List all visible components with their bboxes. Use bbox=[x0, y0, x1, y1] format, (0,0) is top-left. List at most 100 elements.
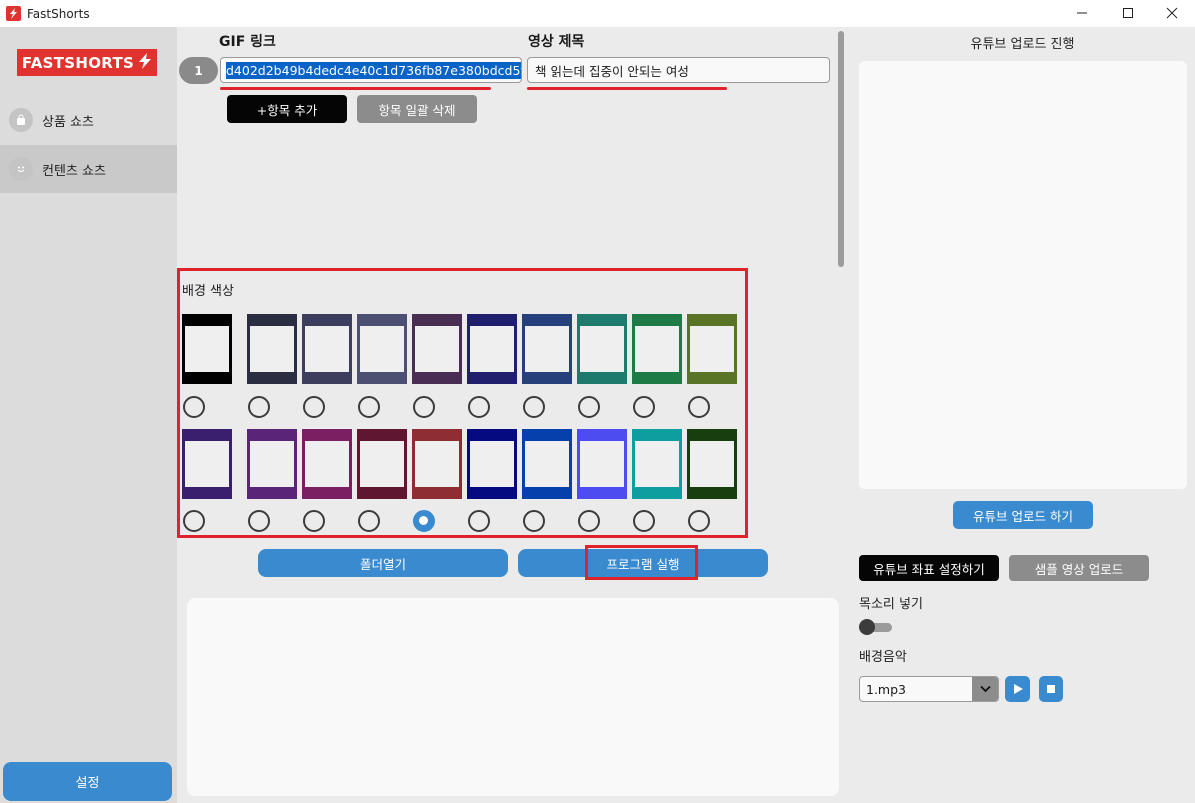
voice-toggle[interactable] bbox=[859, 619, 893, 635]
background-color-swatch[interactable] bbox=[412, 429, 462, 499]
main-scrollbar[interactable] bbox=[838, 31, 844, 267]
background-color-radio[interactable] bbox=[413, 396, 435, 418]
chevron-down-icon[interactable] bbox=[972, 677, 998, 701]
stop-button[interactable] bbox=[1039, 676, 1063, 702]
sidebar-item-content-shorts[interactable]: 컨텐츠 쇼츠 bbox=[0, 145, 177, 193]
sample-video-upload-button[interactable]: 샘플 영상 업로드 bbox=[1009, 555, 1149, 581]
voice-label: 목소리 넣기 bbox=[859, 597, 923, 612]
swatch-preview-area bbox=[360, 441, 404, 487]
sidebar: FASTSHORTS 상품 쇼츠 컨텐츠 쇼츠 설정 bbox=[0, 27, 177, 803]
background-color-radio[interactable] bbox=[248, 396, 270, 418]
stop-icon bbox=[1045, 680, 1057, 699]
youtube-upload-button[interactable]: 유튜브 업로드 하기 bbox=[953, 501, 1093, 529]
video-title-value: 책 읽는데 집중이 안되는 여성 bbox=[535, 63, 689, 79]
background-color-radio[interactable] bbox=[688, 510, 710, 532]
background-color-radio[interactable] bbox=[688, 396, 710, 418]
background-color-swatch[interactable] bbox=[632, 314, 682, 384]
sidebar-item-label: 컨텐츠 쇼츠 bbox=[42, 163, 106, 179]
bgm-selected-value: 1.mp3 bbox=[866, 681, 906, 697]
close-button[interactable] bbox=[1149, 0, 1195, 27]
background-color-swatch[interactable] bbox=[522, 429, 572, 499]
background-color-radio[interactable] bbox=[523, 510, 545, 532]
swatch-preview-area bbox=[580, 441, 624, 487]
minimize-icon bbox=[1076, 4, 1088, 23]
swatch-preview-area bbox=[185, 441, 229, 487]
background-color-swatch[interactable] bbox=[412, 314, 462, 384]
upload-progress-area[interactable] bbox=[859, 61, 1187, 489]
play-button[interactable] bbox=[1005, 676, 1030, 702]
background-color-radio[interactable] bbox=[578, 510, 600, 532]
background-color-swatch[interactable] bbox=[577, 429, 627, 499]
background-color-swatch[interactable] bbox=[687, 314, 737, 384]
settings-button[interactable]: 설정 bbox=[3, 762, 172, 801]
swatch-preview-area bbox=[690, 441, 734, 487]
swatch-preview-area bbox=[250, 441, 294, 487]
background-color-swatch[interactable] bbox=[247, 429, 297, 499]
background-color-radio[interactable] bbox=[413, 510, 435, 532]
row-number-badge: 1 bbox=[179, 57, 218, 84]
maximize-button[interactable] bbox=[1105, 0, 1151, 27]
background-color-radio[interactable] bbox=[183, 396, 205, 418]
window-title: FastShorts bbox=[27, 6, 90, 21]
background-color-radio[interactable] bbox=[358, 396, 380, 418]
title-bar: FastShorts bbox=[0, 0, 1195, 27]
background-color-swatch[interactable] bbox=[687, 429, 737, 499]
background-color-radio[interactable] bbox=[358, 510, 380, 532]
sidebar-item-product-shorts[interactable]: 상품 쇼츠 bbox=[0, 96, 177, 144]
swatch-preview-area bbox=[305, 441, 349, 487]
background-color-label: 배경 색상 bbox=[182, 284, 234, 299]
swatch-preview-area bbox=[360, 326, 404, 372]
background-color-radio[interactable] bbox=[183, 510, 205, 532]
background-color-swatch[interactable] bbox=[182, 429, 232, 499]
background-color-radio[interactable] bbox=[468, 396, 490, 418]
delete-all-items-button[interactable]: 항목 일괄 삭제 bbox=[357, 95, 477, 123]
swatch-preview-area bbox=[470, 441, 514, 487]
swatch-preview-area bbox=[305, 326, 349, 372]
swatch-preview-area bbox=[580, 326, 624, 372]
swatch-preview-area bbox=[470, 326, 514, 372]
gif-link-input[interactable]: d402d2b49b4dedc4e40c1d736fb87e380bdcd5f.… bbox=[220, 57, 522, 83]
swatch-preview-area bbox=[185, 326, 229, 372]
background-color-swatch[interactable] bbox=[302, 429, 352, 499]
smiley-icon bbox=[9, 157, 33, 181]
swatch-preview-area bbox=[525, 326, 569, 372]
logo-text: FASTSHORTS bbox=[21, 53, 135, 72]
run-program-highlight-box bbox=[585, 545, 698, 580]
background-color-swatch[interactable] bbox=[357, 429, 407, 499]
background-color-swatch[interactable] bbox=[467, 429, 517, 499]
gif-link-label: GIF 링크 bbox=[219, 34, 276, 50]
add-item-button[interactable]: +항목 추가 bbox=[227, 95, 347, 123]
swatch-preview-area bbox=[415, 326, 459, 372]
background-color-swatch[interactable] bbox=[357, 314, 407, 384]
background-color-swatch[interactable] bbox=[467, 314, 517, 384]
background-color-radio[interactable] bbox=[303, 396, 325, 418]
background-color-swatch[interactable] bbox=[182, 314, 232, 384]
open-folder-button[interactable]: 폴더열기 bbox=[258, 549, 508, 577]
bgm-select[interactable]: 1.mp3 bbox=[859, 676, 999, 702]
swatch-preview-area bbox=[250, 326, 294, 372]
background-color-radio[interactable] bbox=[468, 510, 490, 532]
background-color-swatch[interactable] bbox=[302, 314, 352, 384]
background-color-radio[interactable] bbox=[303, 510, 325, 532]
swatch-preview-area bbox=[525, 441, 569, 487]
video-title-highlight-underline bbox=[527, 87, 727, 90]
shopping-bag-icon bbox=[9, 108, 33, 132]
youtube-coord-setup-button[interactable]: 유튜브 좌표 설정하기 bbox=[859, 555, 999, 581]
swatch-preview-area bbox=[415, 441, 459, 487]
background-color-radio[interactable] bbox=[248, 510, 270, 532]
close-icon bbox=[1166, 4, 1178, 23]
background-color-swatch[interactable] bbox=[522, 314, 572, 384]
background-color-swatch[interactable] bbox=[632, 429, 682, 499]
background-color-radio[interactable] bbox=[578, 396, 600, 418]
log-output-area[interactable] bbox=[187, 598, 839, 796]
video-title-input[interactable]: 책 읽는데 집중이 안되는 여성 bbox=[527, 57, 830, 83]
background-color-radio[interactable] bbox=[523, 396, 545, 418]
sidebar-item-label: 상품 쇼츠 bbox=[42, 114, 94, 130]
maximize-icon bbox=[1122, 4, 1134, 23]
background-color-swatch[interactable] bbox=[247, 314, 297, 384]
swatch-preview-area bbox=[635, 326, 679, 372]
minimize-button[interactable] bbox=[1059, 0, 1105, 27]
background-color-radio[interactable] bbox=[633, 396, 655, 418]
background-color-radio[interactable] bbox=[633, 510, 655, 532]
background-color-swatch[interactable] bbox=[577, 314, 627, 384]
